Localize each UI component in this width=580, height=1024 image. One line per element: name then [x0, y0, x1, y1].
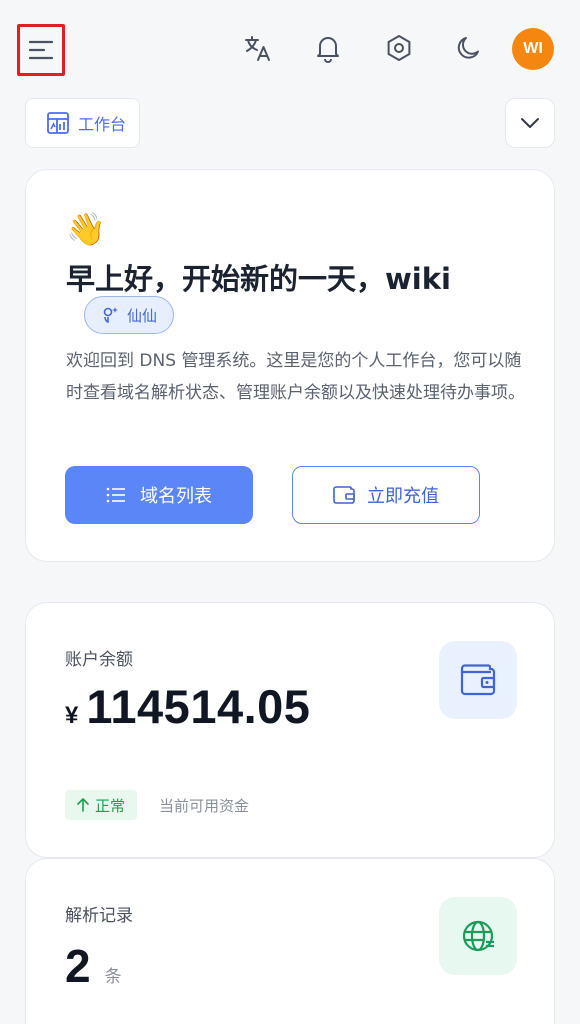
role-badge: 仙仙 — [84, 296, 175, 334]
theme-toggle-button[interactable] — [451, 28, 487, 68]
records-count: 2 条 — [65, 939, 122, 993]
wallet-icon — [333, 486, 355, 504]
moon-icon — [457, 37, 479, 59]
balance-amount: ¥ 114514.05 — [65, 679, 310, 734]
wallet-icon — [460, 664, 496, 696]
translate-icon — [245, 36, 270, 61]
notifications-button[interactable] — [310, 28, 346, 68]
welcome-description: 欢迎回到 DNS 管理系统。这里是您的个人工作台，您可以随时查看域名解析状态、管… — [66, 351, 525, 403]
settings-button[interactable] — [381, 28, 417, 68]
domain-list-button[interactable]: 域名列表 — [65, 466, 253, 524]
status-badge: 正常 — [65, 790, 138, 820]
greeting-title: 早上好，开始新的一天，wiki — [66, 262, 451, 296]
recharge-button[interactable]: 立即充值 — [292, 466, 480, 524]
tab-workbench[interactable]: 工作台 — [25, 98, 140, 148]
user-avatar[interactable]: WI — [512, 28, 554, 70]
records-unit: 条 — [104, 967, 122, 987]
role-label: 仙仙 — [127, 306, 158, 325]
records-icon-box — [439, 897, 517, 975]
menu-button[interactable] — [17, 24, 65, 76]
bell-icon — [317, 37, 339, 63]
currency-symbol: ¥ — [65, 702, 79, 729]
user-sparkle-icon — [103, 307, 118, 323]
list-icon — [106, 487, 125, 503]
tab-row: 工作台 — [0, 98, 580, 150]
tab-dropdown-button[interactable] — [505, 98, 555, 148]
records-number: 2 — [65, 940, 91, 992]
globe-icon — [462, 920, 494, 952]
records-label: 解析记录 — [65, 906, 133, 926]
welcome-card: 👋 早上好，开始新的一天，wiki 仙仙 欢迎回到 DNS 管理系统。这里是您的… — [25, 169, 555, 562]
balance-number: 114514.05 — [86, 680, 311, 733]
balance-note: 当前可用资金 — [159, 797, 250, 815]
chevron-down-icon — [521, 118, 539, 128]
recharge-label: 立即充值 — [367, 486, 439, 507]
domain-list-label: 域名列表 — [140, 486, 212, 507]
balance-icon-box — [439, 641, 517, 719]
balance-card: 账户余额 ¥ 114514.05 正常 当前可用资金 — [25, 602, 555, 858]
arrow-up-icon — [77, 798, 89, 812]
language-button[interactable] — [240, 28, 276, 68]
status-text: 正常 — [95, 796, 126, 815]
settings-hexagon-icon — [387, 35, 411, 61]
wave-emoji: 👋 — [66, 210, 106, 248]
menu-icon — [28, 40, 54, 60]
records-card: 解析记录 2 条 — [25, 858, 555, 1024]
top-bar: WI — [0, 0, 580, 96]
dashboard-icon — [47, 112, 69, 134]
balance-label: 账户余额 — [65, 650, 133, 670]
tab-label: 工作台 — [78, 115, 127, 134]
